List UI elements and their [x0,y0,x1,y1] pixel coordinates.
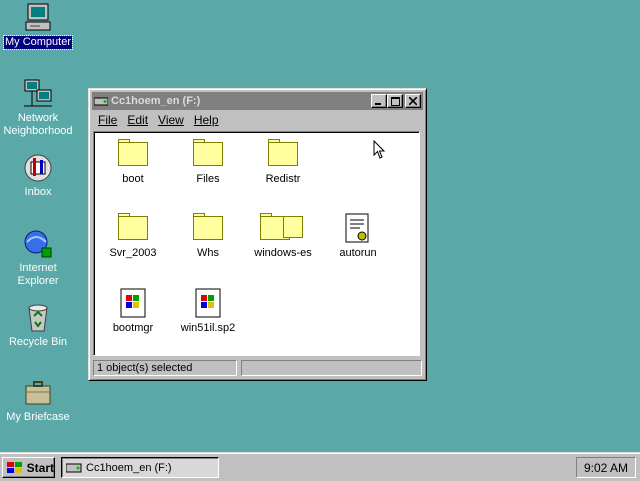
desktop-icon-label: Inbox [24,186,52,198]
start-button[interactable]: Start [2,457,55,478]
setup-file-icon [342,212,374,244]
desktop-icon-label: Recycle Bin [8,336,68,348]
item-label: windows-es [254,247,312,259]
folder-item-svr-2003[interactable]: Svr_2003 [95,212,171,259]
windows-file-icon [117,287,149,319]
system-tray: 9:02 AM [576,457,636,478]
folder-icon [117,138,149,170]
folder-item-boot[interactable]: boot [95,138,171,185]
start-label: Start [26,460,54,475]
file-item-bootmgr[interactable]: bootmgr [95,287,171,334]
close-button[interactable] [405,94,421,108]
desktop-icon-my-computer[interactable]: My Computer [0,2,76,50]
drive-icon [66,463,82,472]
drive-icon [93,95,109,107]
recycle-bin-icon [22,302,54,334]
menu-help[interactable]: Help [189,113,224,127]
folder-item-whs[interactable]: Whs [170,212,246,259]
minimize-button[interactable] [371,94,387,108]
network-icon [22,78,54,110]
status-pane-2 [241,360,422,376]
item-label: Whs [197,247,219,259]
menu-view[interactable]: View [153,113,189,127]
menu-file[interactable]: File [93,113,122,127]
file-view[interactable]: boot Files Redistr Svr_2003 Whs windows-… [93,131,420,356]
desktop-icon-label: Internet Explorer [17,262,59,287]
windows-file-icon [192,287,224,319]
inbox-icon [22,152,54,184]
taskbar-window-label: Cc1hoem_en (F:) [86,461,172,474]
taskbar-window-button[interactable]: Cc1hoem_en (F:) [61,457,219,478]
folder-icon [192,138,224,170]
desktop-icon-network-neighborhood[interactable]: Network Neighborhood [0,78,76,138]
briefcase-icon [22,377,54,409]
maximize-icon [390,96,400,106]
item-label: boot [122,173,144,185]
folder-icon [117,212,149,244]
folder-icon [259,212,307,244]
folder-item-windows-es[interactable]: windows-es [245,212,321,259]
desktop-icon-inbox[interactable]: Inbox [0,152,76,199]
status-text: 1 object(s) selected [93,360,237,376]
item-label: Svr_2003 [109,247,157,259]
maximize-button[interactable] [387,94,403,108]
windows-logo-icon [7,461,22,473]
item-label: Files [196,173,220,185]
item-label: bootmgr [112,322,154,334]
desktop-icon-label: My Computer [2,35,74,50]
item-label: win51il.sp2 [180,322,236,334]
close-icon [409,97,417,105]
item-label: autorun [339,247,377,259]
status-bar: 1 object(s) selected [93,360,422,378]
window-title: Cc1hoem_en (F:) [111,95,201,107]
explorer-window[interactable]: Cc1hoem_en (F:) File Edit View Help boot… [88,88,427,381]
desktop-icon-label: My Briefcase [6,411,70,423]
file-item-win51il-sp2[interactable]: win51il.sp2 [170,287,246,334]
clock[interactable]: 9:02 AM [584,461,628,475]
file-item-autorun[interactable]: autorun [320,212,396,259]
folder-item-redistr[interactable]: Redistr [245,138,321,185]
folder-icon [267,138,299,170]
item-label: Redistr [265,173,301,185]
computer-icon [22,2,54,34]
desktop-icon-internet-explorer[interactable]: Internet Explorer [0,228,76,288]
desktop-icon-recycle-bin[interactable]: Recycle Bin [0,302,76,349]
menu-edit[interactable]: Edit [122,113,153,127]
minimize-icon [375,103,381,105]
folder-item-files[interactable]: Files [170,138,246,185]
mouse-cursor-icon [373,140,386,159]
desktop-icon-label: Network Neighborhood [3,112,73,137]
title-bar[interactable]: Cc1hoem_en (F:) [92,92,423,110]
folder-icon [192,212,224,244]
menu-bar: File Edit View Help [93,111,224,129]
internet-explorer-icon [22,228,54,260]
taskbar: Start Cc1hoem_en (F:) 9:02 AM [0,452,640,481]
desktop-icon-my-briefcase[interactable]: My Briefcase [0,377,76,424]
